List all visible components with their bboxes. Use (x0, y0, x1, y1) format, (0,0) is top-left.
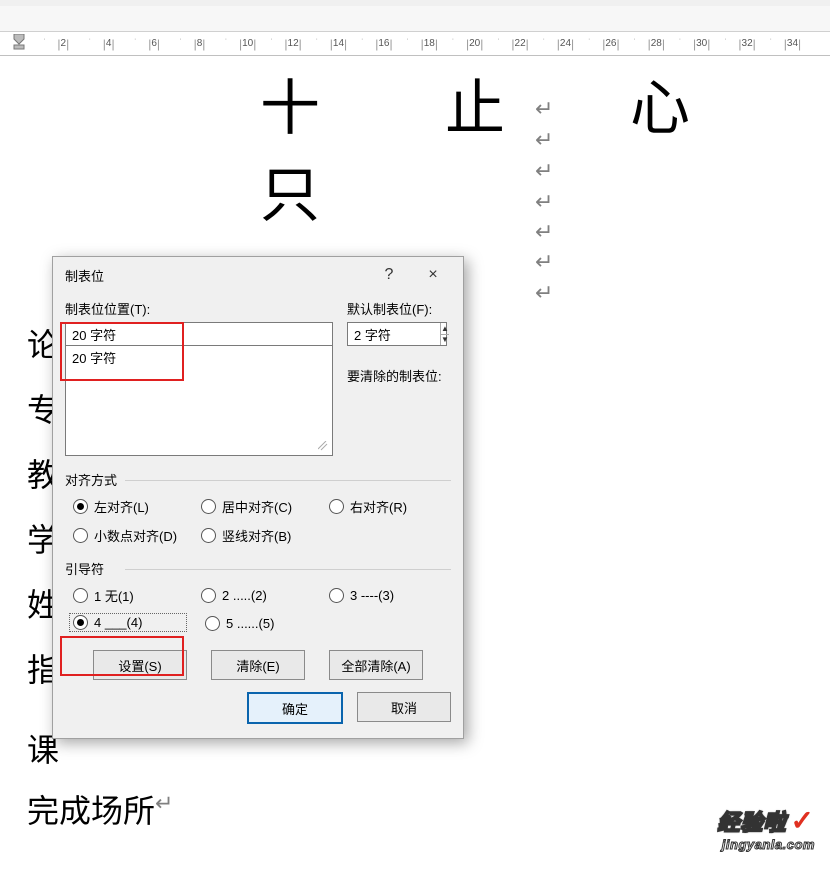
bottom-text-content: 完成场所 (27, 793, 155, 829)
ruler-minor-tick: ˈ (588, 32, 591, 55)
cancel-button[interactable]: 取消 (357, 692, 451, 722)
align-left-radio[interactable]: 左对齐(L) (73, 497, 183, 516)
radio-icon (73, 588, 88, 603)
ruler-minor-tick: ˈ (406, 32, 409, 55)
ruler-tick: | 30 | (693, 32, 710, 55)
tab-position-list-item[interactable]: 20 字符 (66, 346, 332, 369)
paragraph-mark-icon: ↵ (535, 127, 553, 153)
leader-5-radio[interactable]: 5 ......(5) (205, 615, 315, 632)
ruler-minor-tick: ˈ (224, 32, 227, 55)
radio-icon (201, 528, 216, 543)
ruler-tick: | 10 | (239, 32, 256, 55)
align-center-radio[interactable]: 居中对齐(C) (201, 497, 311, 516)
ruler-tick: | 8 | (194, 32, 206, 55)
ruler-minor-tick: ˈ (451, 32, 454, 55)
ruler-minor-tick: ˈ (678, 32, 681, 55)
alignment-group-title: 对齐方式 (65, 470, 451, 489)
tab-stops-dialog: 制表位 ? × 制表位位置(T): 20 字符 默认制表位(F): (52, 256, 464, 739)
dialog-title: 制表位 (65, 266, 367, 285)
alignment-group: 对齐方式 左对齐(L) 居中对齐(C) 右对齐(R) 小数点对齐 (65, 470, 451, 545)
default-tab-spinner[interactable]: ▲ ▼ (347, 322, 447, 346)
ruler-minor-tick: ˈ (633, 32, 636, 55)
spinner-up-icon[interactable]: ▲ (441, 323, 449, 335)
list-resize-grip-icon[interactable] (315, 438, 331, 454)
default-tab-input[interactable] (348, 323, 440, 345)
document-line-bottom: 完成场所↵ (27, 786, 173, 832)
paragraph-mark-icon: ↵ (535, 219, 553, 245)
tabs-to-clear-label: 要清除的制表位: (347, 366, 451, 385)
radio-icon (205, 616, 220, 631)
ok-button[interactable]: 确定 (247, 692, 343, 724)
ruler-tick: | 22 | (511, 32, 528, 55)
horizontal-ruler[interactable]: | 2 | ˈ | 4 | ˈ | 6 | ˈ | 8 | ˈ | 10 | ˈ | 12 | ˈ | … (0, 31, 830, 56)
tab-position-listbox[interactable]: 20 字符 (65, 346, 333, 456)
watermark-text: 经验啦 (718, 810, 787, 835)
ruler-tick: | 4 | (103, 32, 115, 55)
ruler-tick: | 32 | (738, 32, 755, 55)
spinner-down-icon[interactable]: ▼ (441, 335, 449, 346)
ruler-tick: | 14 | (330, 32, 347, 55)
ruler-tick: | 18 | (421, 32, 438, 55)
leader-1-radio[interactable]: 1 无(1) (73, 586, 183, 605)
radio-icon (329, 499, 344, 514)
ruler-minor-tick: ˈ (315, 32, 318, 55)
close-button[interactable]: × (411, 260, 455, 290)
ruler-gap (0, 6, 830, 31)
dialog-titlebar[interactable]: 制表位 ? × (53, 257, 463, 293)
paragraph-mark-icon: ↵ (535, 249, 553, 275)
ruler-minor-tick: ˈ (497, 32, 500, 55)
ruler-tick: | 28 | (648, 32, 665, 55)
leader-group: 引导符 1 无(1) 2 .....(2) 3 ----(3) (65, 559, 451, 632)
ruler-minor-tick: ˈ (361, 32, 364, 55)
radio-icon (73, 615, 88, 630)
ruler-tick: | 26 | (602, 32, 619, 55)
leader-4-radio[interactable]: 4 ___(4) (69, 613, 187, 632)
clear-button[interactable]: 清除(E) (211, 650, 305, 680)
ruler-minor-tick: ˈ (724, 32, 727, 55)
leader-3-radio[interactable]: 3 ----(3) (329, 586, 439, 605)
ruler-minor-tick: ˈ (88, 32, 91, 55)
tab-position-input[interactable] (65, 322, 333, 346)
leader-group-title: 引导符 (65, 559, 451, 578)
ruler-minor-tick: ˈ (179, 32, 182, 55)
checkmark-icon: ✓ (791, 805, 815, 836)
tab-position-label: 制表位位置(T): (65, 299, 333, 318)
ruler-tick: | 34 | (784, 32, 801, 55)
leader-2-radio[interactable]: 2 .....(2) (201, 586, 311, 605)
ruler-minor-tick: ˈ (270, 32, 273, 55)
watermark: 经验啦✓ jingyanla.com (718, 804, 815, 852)
paragraph-mark-icon: ↵ (535, 96, 553, 122)
ruler-minor-tick: ˈ (542, 32, 545, 55)
set-button[interactable]: 设置(S) (93, 650, 187, 680)
ruler-tick: | 6 | (148, 32, 160, 55)
ruler-tick: | 16 | (375, 32, 392, 55)
ruler-minor-tick: ˈ (769, 32, 772, 55)
help-button[interactable]: ? (367, 260, 411, 290)
paragraph-mark-icon: ↵ (535, 280, 553, 306)
align-decimal-radio[interactable]: 小数点对齐(D) (73, 526, 183, 545)
default-tab-label: 默认制表位(F): (347, 299, 451, 318)
radio-icon (201, 499, 216, 514)
ruler-tick: | 20 | (466, 32, 483, 55)
align-right-radio[interactable]: 右对齐(R) (329, 497, 439, 516)
radio-icon (201, 588, 216, 603)
paragraph-mark-icon: ↵ (155, 790, 173, 815)
ruler-tick: | 2 | (57, 32, 69, 55)
align-bar-radio[interactable]: 竖线对齐(B) (201, 526, 311, 545)
paragraph-mark-icon: ↵ (535, 189, 553, 215)
ruler-minor-tick: ˈ (43, 32, 46, 55)
watermark-url: jingyanla.com (718, 837, 815, 852)
radio-icon (73, 528, 88, 543)
ruler-tick: | 24 | (557, 32, 574, 55)
ruler-tick: | 12 | (284, 32, 301, 55)
radio-icon (73, 499, 88, 514)
clear-all-button[interactable]: 全部清除(A) (329, 650, 423, 680)
radio-icon (329, 588, 344, 603)
ruler-minor-tick: ˈ (134, 32, 137, 55)
paragraph-mark-icon: ↵ (535, 158, 553, 184)
